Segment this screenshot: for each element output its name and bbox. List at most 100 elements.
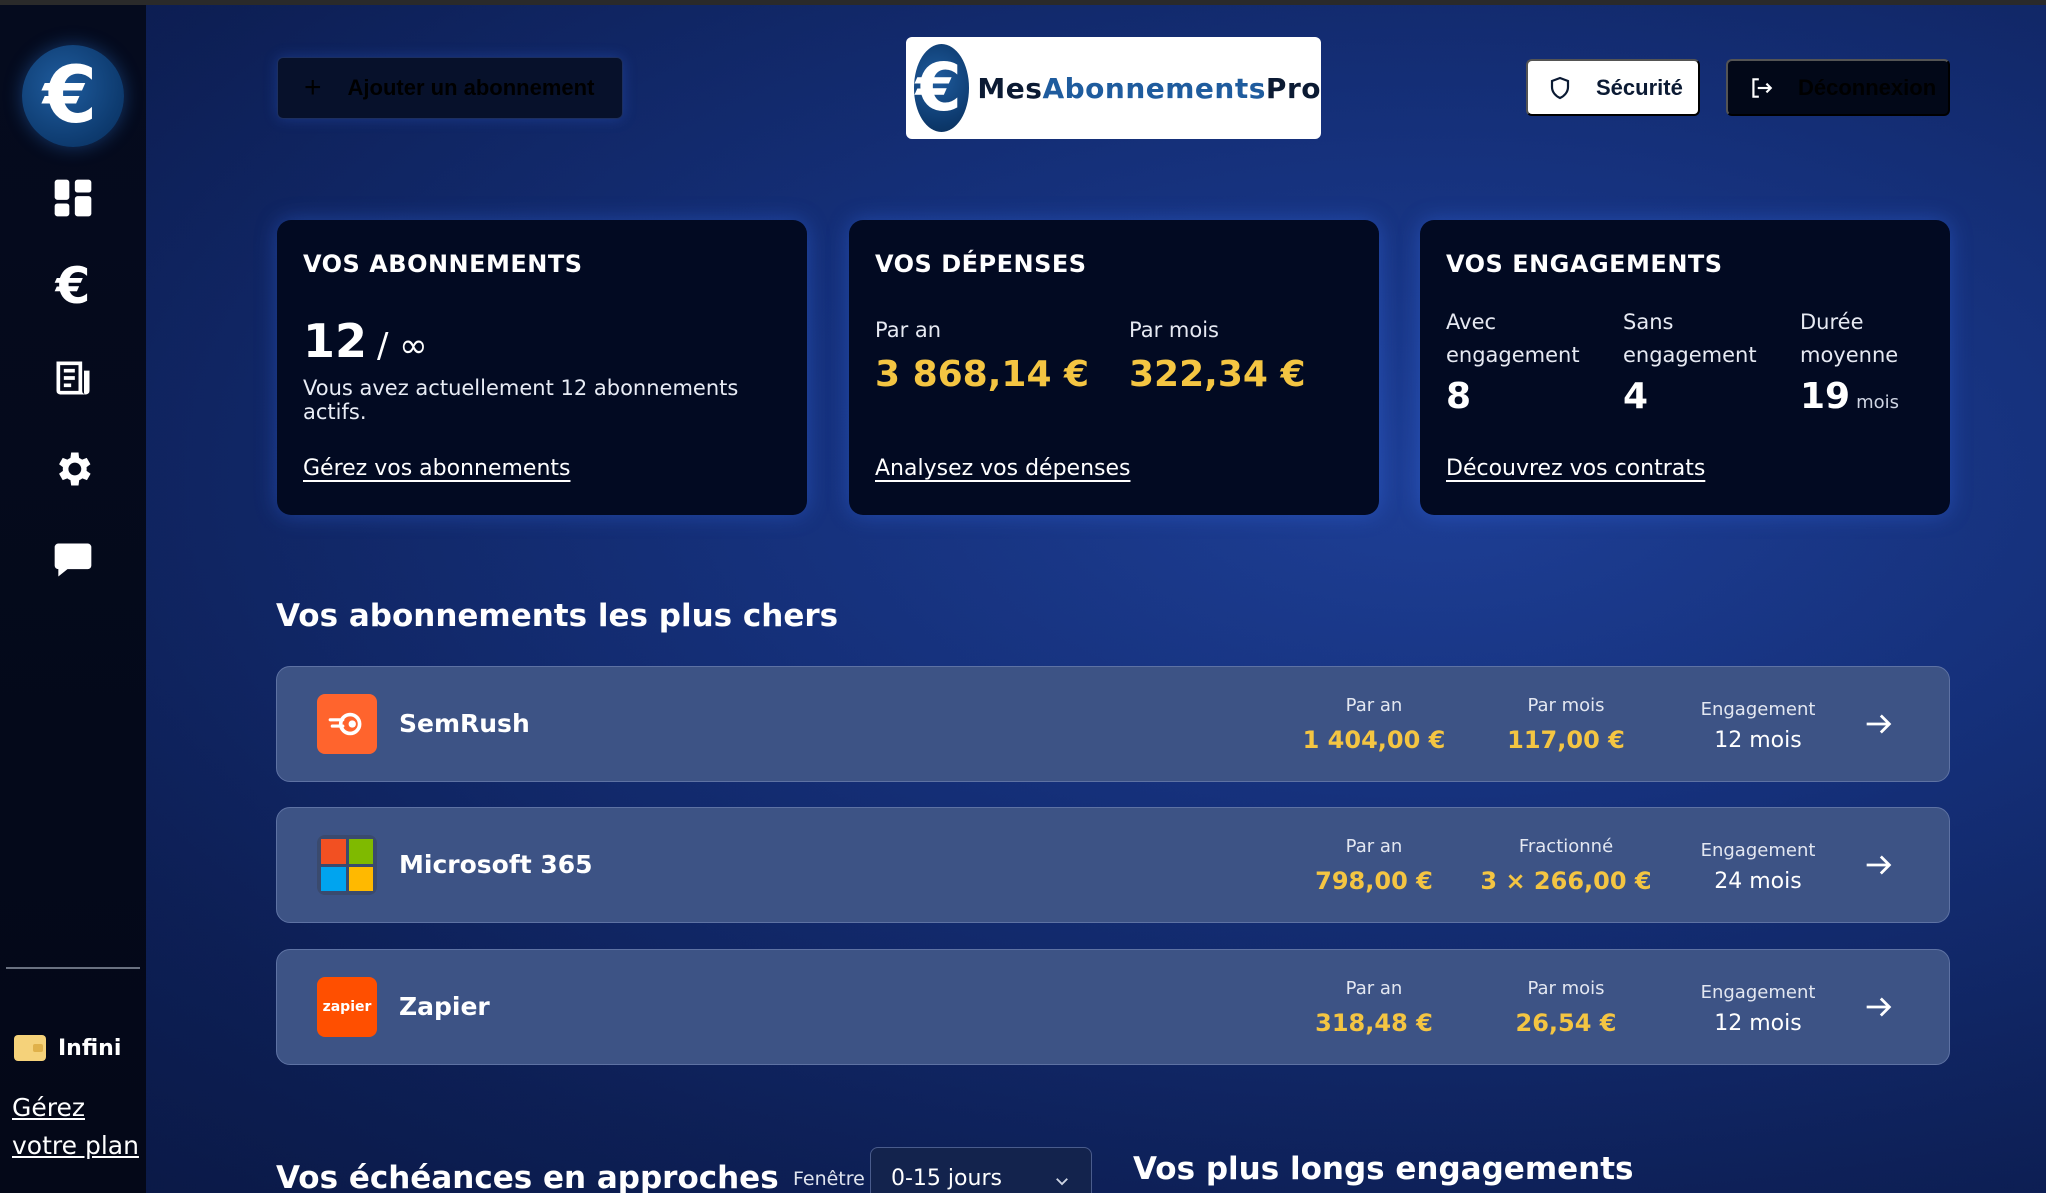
yearly-price-value: 1 404,00 € (1302, 726, 1446, 754)
dashboard-icon (54, 179, 92, 217)
brand-euro-glyph: € (915, 49, 962, 126)
plus-icon: + (304, 71, 322, 104)
brand-name-part2: Abonnements (1042, 71, 1266, 105)
monthly-price-label: Par mois (1527, 978, 1605, 999)
expenses-card: VOS DÉPENSES Par an 3 868,14 € Par mois … (849, 220, 1379, 515)
with-commitment-value: 8 (1446, 376, 1472, 417)
subscriptions-card: VOS ABONNEMENTS 12/ ∞ Vous avez actuelle… (277, 220, 807, 515)
without-commitment-label: Sans engagement (1623, 310, 1757, 367)
arrow-right-icon[interactable] (1861, 990, 1895, 1024)
yearly-price-label: Par an (1345, 836, 1403, 857)
commitments-card: VOS ENGAGEMENTS Avec engagement 8 Sans e… (1420, 220, 1950, 515)
window-select-value: 0-15 jours (891, 1166, 1002, 1191)
monthly-price: Par mois 117,00 € (1471, 695, 1661, 754)
yearly-price-value: 798,00 € (1315, 867, 1433, 895)
commitment-label: Engagement (1700, 699, 1816, 720)
yearly-expense-value: 3 868,14 € (875, 354, 1090, 395)
section-title-expensive: Vos abonnements les plus chers (276, 598, 839, 634)
yearly-price-label: Par an (1345, 695, 1403, 716)
security-button[interactable]: Sécurité (1526, 59, 1700, 116)
brand-name-part3: Pro (1265, 71, 1321, 105)
manage-subscriptions-link[interactable]: Gérez vos abonnements (303, 456, 570, 481)
installment-price-value: 3 × 266,00 € (1480, 867, 1652, 895)
subscription-count-value: 12 (303, 314, 368, 368)
commitment-duration: Engagement 12 mois (1663, 978, 1853, 1036)
current-plan: Infini (14, 1035, 121, 1061)
yearly-price: Par an 798,00 € (1279, 836, 1469, 895)
manage-plan-link[interactable]: Gérez votre plan (12, 1089, 142, 1165)
logout-button[interactable]: Déconnexion (1726, 59, 1950, 116)
monthly-price-value: 117,00 € (1507, 726, 1625, 754)
yearly-expense: Par an 3 868,14 € (875, 318, 1089, 395)
subscription-row[interactable]: Microsoft 365 Par an 798,00 € Fractionné… (276, 807, 1950, 923)
with-commitment: Avec engagement 8 (1446, 306, 1606, 417)
installment-price: Fractionné 3 × 266,00 € (1471, 836, 1661, 895)
sidebar-item-support[interactable] (50, 537, 96, 583)
chevron-down-icon (1056, 1178, 1068, 1186)
logout-label: Déconnexion (1798, 74, 1937, 100)
monthly-price: Par mois 26,54 € (1471, 978, 1661, 1037)
brand-name: MesAbonnementsPro (977, 72, 1321, 105)
commitment-duration: Engagement 12 mois (1663, 695, 1853, 753)
add-subscription-label: Ajouter un abonnement (347, 75, 595, 100)
brand-logo[interactable]: € MesAbonnementsPro (906, 37, 1321, 139)
monthly-price-value: 26,54 € (1515, 1009, 1617, 1037)
average-duration-value: 19 mois (1800, 376, 1960, 417)
document-icon (56, 361, 90, 395)
installment-price-label: Fractionné (1518, 836, 1614, 857)
wallet-icon (14, 1035, 46, 1061)
add-subscription-button[interactable]: + Ajouter un abonnement (277, 57, 623, 119)
yearly-price-value: 318,48 € (1315, 1009, 1433, 1037)
microsoft-logo-icon (317, 835, 377, 895)
card-title: VOS DÉPENSES (875, 250, 1087, 278)
brand-name-part1: Mes (977, 71, 1043, 105)
window-label: Fenêtre (793, 1168, 865, 1190)
sidebar-item-subscriptions[interactable]: € (50, 257, 96, 315)
subscription-row[interactable]: zapier Zapier Par an 318,48 € Par mois 2… (276, 949, 1950, 1065)
monthly-expense: Par mois 322,34 € (1129, 318, 1306, 395)
sidebar-item-dashboard[interactable] (50, 175, 96, 221)
subscription-count: 12/ ∞ (303, 314, 428, 368)
yearly-expense-label: Par an (875, 318, 942, 342)
subscription-name: Zapier (399, 992, 490, 1021)
yearly-price-label: Par an (1345, 978, 1403, 999)
commitment-label: Engagement (1700, 840, 1816, 861)
subscription-limit: / ∞ (377, 326, 428, 366)
arrow-right-icon[interactable] (1861, 848, 1895, 882)
sidebar: € € Infini Gérez votre plan (0, 5, 146, 1193)
with-commitment-label: Avec engagement (1446, 310, 1580, 367)
average-duration: Durée moyenne 19 mois (1800, 306, 1960, 417)
card-title: VOS ABONNEMENTS (303, 250, 583, 278)
sidebar-item-contracts[interactable] (50, 355, 96, 401)
subscription-summary: Vous avez actuellement 12 abonnements ac… (303, 376, 739, 424)
brand-euro-icon: € (914, 44, 970, 132)
commitment-label: Engagement (1700, 982, 1816, 1003)
subscription-name: Microsoft 365 (399, 850, 593, 879)
security-label: Sécurité (1596, 74, 1683, 100)
gear-icon (59, 452, 91, 486)
commitment-value: 12 mois (1714, 1011, 1802, 1036)
sidebar-item-settings[interactable] (50, 446, 96, 492)
shield-icon (1550, 76, 1570, 99)
yearly-price: Par an 1 404,00 € (1279, 695, 1469, 754)
commitment-duration: Engagement 24 mois (1663, 836, 1853, 894)
window-select[interactable]: 0-15 jours (870, 1147, 1092, 1193)
plan-label: Infini (58, 1035, 122, 1061)
analyze-expenses-link[interactable]: Analysez vos dépenses (875, 456, 1130, 481)
average-duration-label: Durée moyenne (1800, 310, 1899, 367)
subscription-row[interactable]: SemRush Par an 1 404,00 € Par mois 117,0… (276, 666, 1950, 782)
euro-icon: € (55, 257, 91, 315)
section-title-upcoming: Vos échéances en approches (276, 1160, 779, 1193)
discover-contracts-link[interactable]: Découvrez vos contrats (1446, 456, 1705, 481)
arrow-right-icon[interactable] (1861, 707, 1895, 741)
monthly-price-label: Par mois (1527, 695, 1605, 716)
commitment-value: 12 mois (1714, 728, 1802, 753)
commitment-value: 24 mois (1714, 869, 1802, 894)
without-commitment: Sans engagement 4 (1623, 306, 1783, 417)
average-duration-number: 19 (1800, 376, 1851, 417)
without-commitment-value: 4 (1623, 376, 1649, 417)
app-logo[interactable]: € (22, 45, 124, 147)
average-duration-unit: mois (1856, 392, 1900, 413)
top-border (0, 0, 2046, 5)
semrush-logo-icon (317, 694, 377, 754)
